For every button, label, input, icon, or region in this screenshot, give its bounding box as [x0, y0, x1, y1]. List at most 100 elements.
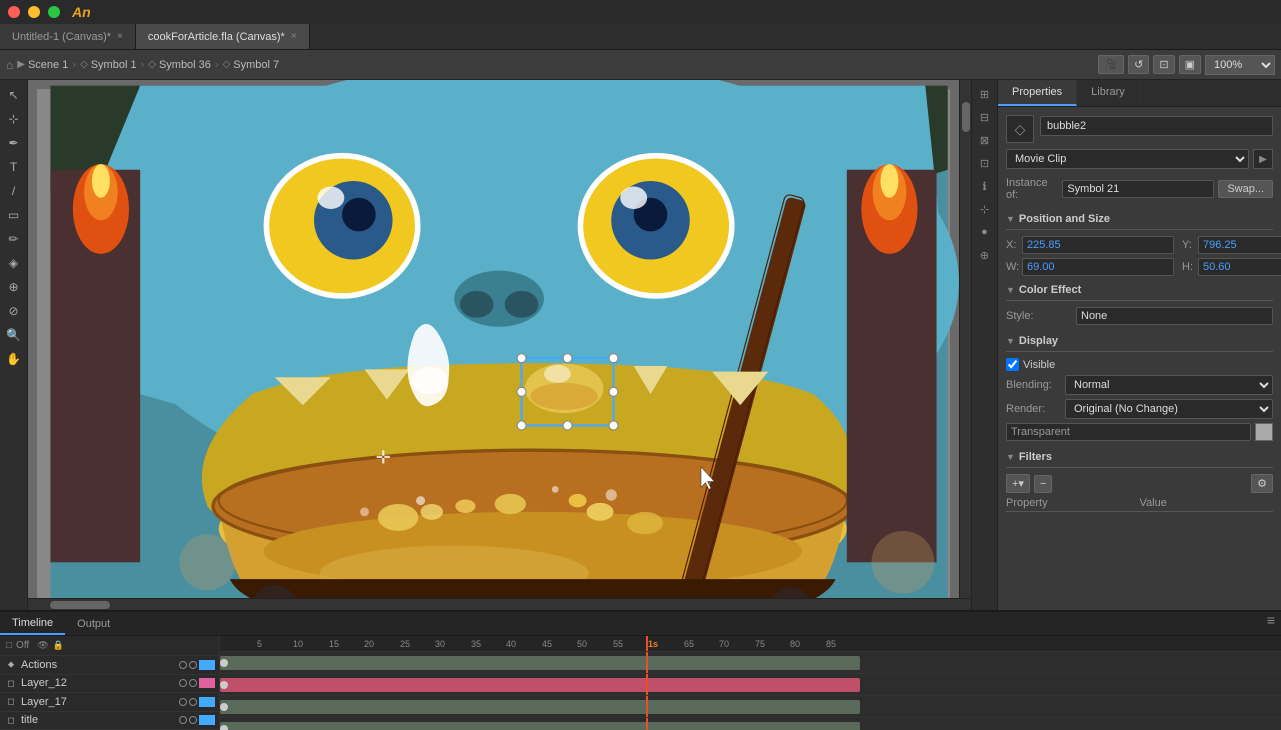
toolbar-right: 🎥 ↺ ⊡ ▣ 100%: [1098, 55, 1275, 75]
filters-section[interactable]: ▼ Filters: [1006, 447, 1273, 468]
line-tool[interactable]: /: [3, 180, 25, 202]
layer17-vis-dot[interactable]: [179, 698, 187, 706]
actions-lock-dot[interactable]: [189, 661, 197, 669]
maximize-button[interactable]: [48, 6, 60, 18]
breadcrumb-arrow-1: ›: [72, 59, 76, 71]
transparent-input[interactable]: [1006, 423, 1251, 441]
right-icon-tools[interactable]: ⊞: [975, 84, 995, 104]
cam-btn[interactable]: 🎥: [1098, 55, 1124, 74]
pen-tool[interactable]: ✒: [3, 132, 25, 154]
text-tool[interactable]: T: [3, 156, 25, 178]
properties-panel: Properties Library ◇ Movie Clip ▶: [997, 80, 1281, 610]
w-input[interactable]: [1022, 258, 1174, 276]
color-swatch[interactable]: [1255, 423, 1273, 441]
tab-library[interactable]: Library: [1077, 80, 1140, 106]
breadcrumb-symbol36[interactable]: ◇ Symbol 36: [148, 59, 211, 71]
title-keyframe-0[interactable]: [220, 725, 228, 730]
layer17-keyframe-0[interactable]: [220, 703, 228, 711]
y-input[interactable]: [1198, 236, 1281, 254]
layer17-lock-dot[interactable]: [189, 698, 197, 706]
canvas-column: ✛: [28, 80, 971, 610]
layer-12-name: Layer_12: [21, 677, 176, 689]
hand-tool[interactable]: ✋: [3, 348, 25, 370]
tab-cookforarticle-close[interactable]: ×: [291, 31, 297, 42]
display-section[interactable]: ▼ Display: [1006, 331, 1273, 352]
swap-button[interactable]: Swap...: [1218, 180, 1273, 198]
filter-remove-button[interactable]: −: [1034, 475, 1052, 493]
minimize-button[interactable]: [28, 6, 40, 18]
right-icon-snap[interactable]: ⊠: [975, 130, 995, 150]
layer12-keyframe-0[interactable]: [220, 681, 228, 689]
blending-row: Blending: Normal: [1006, 375, 1273, 395]
layer12-vis-dot[interactable]: [179, 679, 187, 687]
actions-color-bar: [199, 660, 215, 670]
tab-untitled[interactable]: Untitled-1 (Canvas)* ×: [0, 24, 136, 49]
instance-of-input[interactable]: [1062, 180, 1214, 198]
breadcrumb-symbol7[interactable]: ◇ Symbol 7: [223, 59, 280, 71]
tab-properties[interactable]: Properties: [998, 80, 1077, 106]
clip-btn[interactable]: ▣: [1179, 55, 1201, 74]
ruler-mark-45: 45: [540, 636, 552, 651]
eyedropper-tool[interactable]: ⊕: [3, 276, 25, 298]
scrollbar-thumb-h[interactable]: [50, 601, 110, 609]
visible-checkbox[interactable]: [1006, 358, 1019, 371]
right-icon-color[interactable]: ●: [975, 222, 995, 242]
layer-12[interactable]: ◻ Layer_12: [0, 675, 219, 693]
right-icon-swatches[interactable]: ⊕: [975, 245, 995, 265]
tab-output[interactable]: Output: [65, 612, 122, 635]
transform-tool[interactable]: ⊹: [3, 108, 25, 130]
y-coord-group: Y:: [1182, 236, 1281, 254]
h-input[interactable]: [1198, 258, 1281, 276]
right-icon-grid[interactable]: ⊟: [975, 107, 995, 127]
actions-keyframe-0[interactable]: [220, 659, 228, 667]
title-vis-dot[interactable]: [179, 716, 187, 724]
filter-gear-button[interactable]: ⚙: [1251, 474, 1273, 493]
style-dropdown[interactable]: None: [1076, 307, 1273, 325]
canvas-vertical-scrollbar[interactable]: [959, 80, 971, 598]
layer-actions[interactable]: ⬥ Actions: [0, 656, 219, 674]
home-icon[interactable]: ⌂: [6, 58, 13, 72]
playhead[interactable]: [646, 636, 648, 651]
zoom-tool[interactable]: 🔍: [3, 324, 25, 346]
tab-timeline[interactable]: Timeline: [0, 612, 65, 635]
layer-actions-controls: [179, 660, 215, 670]
title-lock-dot[interactable]: [189, 716, 197, 724]
right-icon-align[interactable]: ⊡: [975, 153, 995, 173]
breadcrumb-symbol1[interactable]: ◇ Symbol 1: [80, 59, 137, 71]
select-tool[interactable]: ↖: [3, 84, 25, 106]
render-dropdown[interactable]: Original (No Change): [1065, 399, 1273, 419]
tab-cookforarticle[interactable]: cookForArticle.fla (Canvas)* ×: [136, 24, 310, 49]
rect-tool[interactable]: ▭: [3, 204, 25, 226]
layer12-playhead: [646, 674, 648, 695]
eraser-tool[interactable]: ⊘: [3, 300, 25, 322]
pencil-tool[interactable]: ✏: [3, 228, 25, 250]
rotate-btn[interactable]: ↺: [1128, 55, 1149, 74]
layer-17[interactable]: ◻ Layer_17: [0, 693, 219, 711]
filter-add-button[interactable]: +▾: [1006, 474, 1030, 493]
right-icon-info[interactable]: ℹ: [975, 176, 995, 196]
blending-dropdown[interactable]: Normal: [1065, 375, 1273, 395]
zoom-select[interactable]: 100%: [1205, 55, 1275, 75]
clip-type-dropdown[interactable]: Movie Clip: [1006, 149, 1249, 169]
right-icon-transform[interactable]: ⊹: [975, 199, 995, 219]
color-effect-section[interactable]: ▼ Color Effect: [1006, 280, 1273, 301]
position-size-section[interactable]: ▼ Position and Size: [1006, 209, 1273, 230]
instance-name-input[interactable]: [1040, 116, 1273, 136]
layer-title[interactable]: ◻ title: [0, 712, 219, 730]
timeline-menu-btn[interactable]: ≡: [1261, 612, 1281, 635]
canvas-area[interactable]: ✛: [28, 80, 959, 598]
fit-btn[interactable]: ⊡: [1153, 55, 1174, 74]
timeline-frames[interactable]: 5 10 15 20 25 30 35 40 45 50 55 1s 65 70…: [220, 636, 1281, 730]
layer12-lock-dot[interactable]: [189, 679, 197, 687]
ruler-mark-20: 20: [362, 636, 374, 651]
scrollbar-thumb-v[interactable]: [962, 102, 970, 132]
x-input[interactable]: [1022, 236, 1174, 254]
breadcrumb-scene1[interactable]: ▶ Scene 1: [17, 59, 68, 71]
close-button[interactable]: [8, 6, 20, 18]
actions-vis-dot[interactable]: [179, 661, 187, 669]
canvas-horizontal-scrollbar[interactable]: [28, 598, 971, 610]
tab-untitled-close[interactable]: ×: [117, 31, 123, 42]
timeline-ruler: 5 10 15 20 25 30 35 40 45 50 55 1s 65 70…: [220, 636, 1281, 652]
actions-playhead: [646, 652, 648, 673]
fill-tool[interactable]: ◈: [3, 252, 25, 274]
